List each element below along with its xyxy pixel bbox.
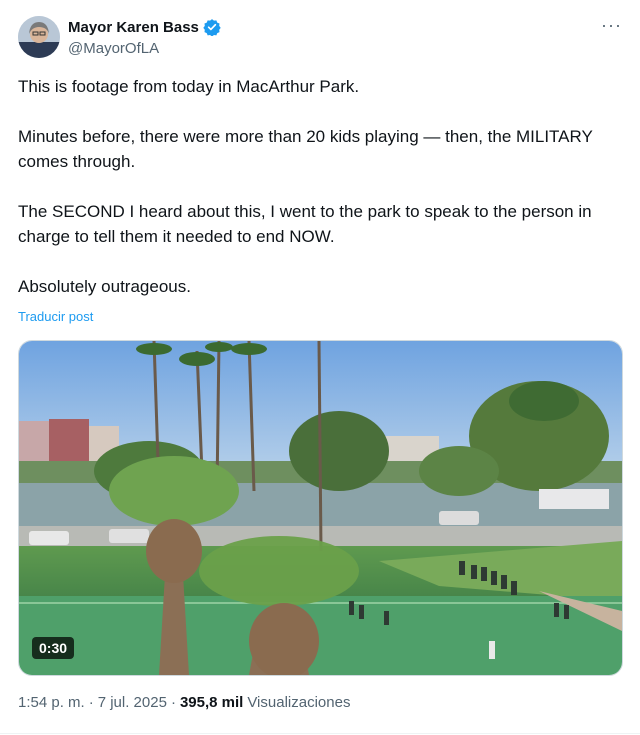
more-options-icon[interactable]: ··· — [601, 16, 622, 34]
tweet-paragraph: This is footage from today in MacArthur … — [18, 77, 360, 96]
timestamp-date[interactable]: 7 jul. 2025 — [98, 694, 167, 711]
meta-separator: · — [88, 694, 94, 711]
tweet-paragraph: Absolutely outrageous. — [18, 277, 191, 296]
meta-separator: · — [170, 694, 176, 711]
video-thumbnail — [19, 341, 622, 675]
tweet-text: This is footage from today in MacArthur … — [18, 74, 628, 324]
tweet-meta: 1:54 p. m. · 7 jul. 2025 · 395,8 mil Vis… — [18, 694, 350, 711]
divider — [0, 733, 640, 734]
views-label: Visualizaciones — [247, 694, 351, 711]
author-avatar[interactable] — [18, 16, 60, 58]
tweet-paragraph: The SECOND I heard about this, I went to… — [18, 202, 592, 246]
author-name[interactable]: Mayor Karen Bass — [68, 19, 199, 36]
video-player[interactable] — [18, 340, 623, 676]
video-duration-badge: 0:30 — [32, 637, 75, 659]
tweet-paragraph: Minutes before, there were more than 20 … — [18, 127, 593, 171]
author-name-row: Mayor Karen Bass — [68, 18, 221, 37]
author-handle[interactable]: @MayorOfLA — [68, 40, 159, 57]
translate-post-link[interactable]: Traducir post — [18, 309, 93, 324]
timestamp-time[interactable]: 1:54 p. m. — [18, 694, 85, 711]
verified-badge-icon — [203, 18, 221, 37]
views-count: 395,8 mil — [179, 694, 244, 711]
